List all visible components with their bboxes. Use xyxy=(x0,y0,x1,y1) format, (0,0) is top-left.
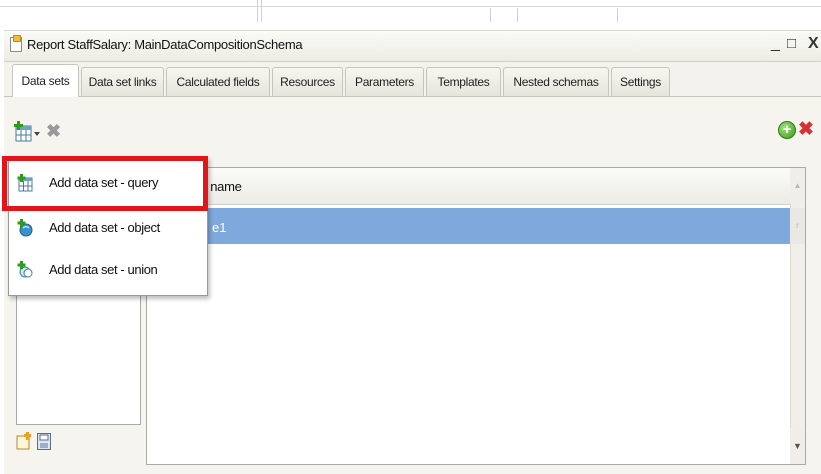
top-divider-tick xyxy=(257,0,258,22)
minimize-button[interactable]: _ xyxy=(771,35,780,53)
top-divider-tick xyxy=(261,0,262,22)
top-divider-tick xyxy=(617,8,618,22)
top-divider-tick xyxy=(517,8,518,22)
green-plus-icon[interactable]: + xyxy=(778,121,796,139)
add-folder-button[interactable] xyxy=(16,432,32,450)
object-add-icon xyxy=(17,219,33,237)
tab-nested-schemas[interactable]: Nested schemas xyxy=(503,67,609,96)
highlight-annotation xyxy=(2,156,208,211)
maximize-button[interactable]: □ xyxy=(787,35,796,53)
grid-header xyxy=(147,168,790,205)
table-row-text: e1 xyxy=(212,220,227,235)
tab-templates[interactable]: Templates xyxy=(426,67,501,96)
tab-data-sets[interactable]: Data sets xyxy=(12,64,79,98)
delete-data-set-button[interactable]: ✖ xyxy=(46,121,61,141)
close-button[interactable]: X xyxy=(808,35,819,53)
report-icon xyxy=(10,35,22,52)
menu-item-label: Add data set - object xyxy=(49,220,160,235)
scroll-up-button[interactable]: ▲ xyxy=(790,168,805,204)
tab-calculated-fields[interactable]: Calculated fields xyxy=(166,67,270,96)
menu-item-label: Add data set - union xyxy=(49,262,158,277)
document-add-icon xyxy=(16,432,31,450)
scroll-down-button[interactable]: ▼ xyxy=(790,428,805,464)
scrollbar-segment: r xyxy=(790,208,805,244)
floppy-icon xyxy=(37,433,51,450)
union-add-icon xyxy=(17,261,33,278)
add-table-dropdown-icon xyxy=(14,121,40,142)
menu-item-add-union[interactable]: Add data set - union xyxy=(9,253,207,287)
window-title: Report StaffSalary: MainDataCompositionS… xyxy=(27,37,303,52)
top-area xyxy=(0,0,821,22)
top-divider xyxy=(0,6,821,7)
tab-data-set-links[interactable]: Data set links xyxy=(81,67,164,96)
top-divider-tick xyxy=(490,8,491,22)
table-row-selected[interactable] xyxy=(147,208,790,244)
menu-item-add-object[interactable]: Add data set - object xyxy=(9,211,207,245)
save-button[interactable] xyxy=(37,433,51,450)
red-x-icon[interactable]: ✖ xyxy=(798,119,814,141)
tab-parameters[interactable]: Parameters xyxy=(345,67,424,96)
tab-resources[interactable]: Resources xyxy=(272,67,343,96)
add-data-set-button[interactable] xyxy=(13,121,41,143)
tab-settings[interactable]: Settings xyxy=(611,67,670,96)
